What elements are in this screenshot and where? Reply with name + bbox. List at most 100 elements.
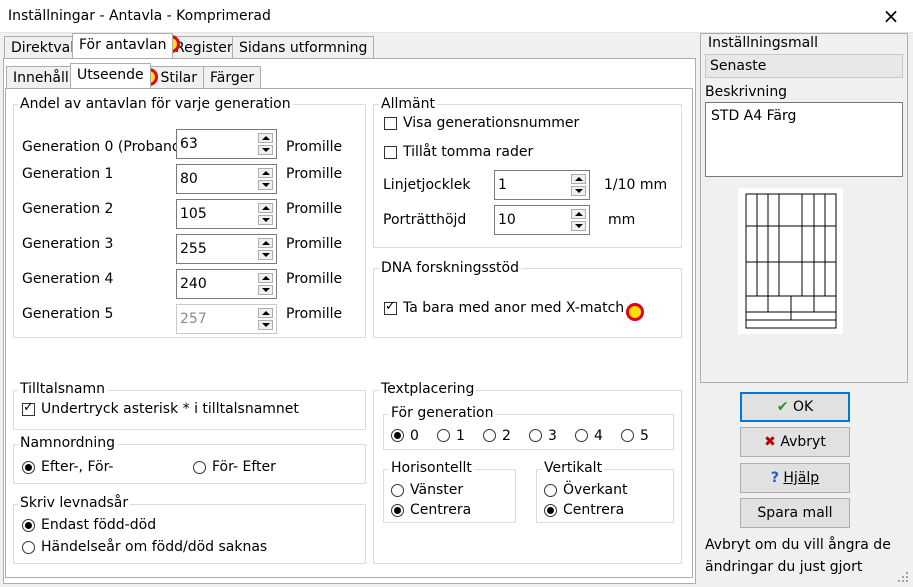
general-group-title: Allmänt (379, 96, 437, 112)
tab-sidans-utformning[interactable]: Sidans utformning (232, 36, 375, 58)
template-value: Senaste (710, 58, 767, 74)
vertical-center-radio[interactable] (544, 504, 557, 517)
tab-innehall[interactable]: Innehåll (6, 66, 76, 88)
promille-label: Promille (286, 271, 343, 287)
life-years-opt2-label: Händelseår om född/död saknas (41, 539, 268, 555)
vertical-top-radio[interactable] (544, 484, 557, 497)
name-order-for-efter-radio[interactable] (193, 461, 206, 474)
ok-button[interactable]: ✔ OK (740, 392, 850, 422)
generation-label: Generation 1 (22, 166, 114, 182)
name-order-opt1-label: Efter-, För- (41, 459, 114, 475)
spin-up-icon[interactable] (258, 133, 273, 143)
show-gen-numbers-checkbox[interactable] (384, 117, 397, 130)
text-placement-title: Textplacering (379, 381, 477, 397)
vertical-center-label: Centrera (563, 502, 625, 518)
horizontal-center-label: Centrera (410, 502, 472, 518)
show-gen-numbers-label: Visa generationsnummer (403, 115, 580, 131)
name-order-group-title: Namnordning (18, 435, 118, 451)
gen-radio-label: 0 (410, 428, 419, 444)
description-label: Beskrivning (705, 84, 788, 100)
tab-utseende[interactable]: Utseende (70, 63, 151, 88)
portrait-height-label: Porträtthöjd (383, 212, 467, 228)
horizontal-title: Horisontellt (389, 460, 474, 476)
name-order-efter-for-radio[interactable] (22, 461, 35, 474)
spin-up-icon[interactable] (571, 174, 586, 184)
generation-label: Generation 5 (22, 306, 114, 322)
resize-grip-icon[interactable] (896, 570, 910, 584)
line-thickness-spinner[interactable]: 1 (494, 170, 590, 200)
horizontal-left-label: Vänster (410, 482, 464, 498)
name-order-opt2-label: För- Efter (212, 459, 276, 475)
generation-2-spinner[interactable]: 105 (176, 199, 277, 229)
check-icon: ✔ (776, 399, 789, 415)
tab-direktval[interactable]: Direktval (4, 36, 82, 58)
spin-down-icon[interactable] (258, 250, 273, 260)
promille-label: Promille (286, 236, 343, 252)
generation-0-spinner[interactable]: 63 (176, 129, 277, 159)
gen-radio-4[interactable] (575, 429, 588, 442)
spin-up-icon (258, 308, 273, 318)
spin-down-icon[interactable] (258, 180, 273, 190)
vertical-title: Vertikalt (542, 460, 605, 476)
for-generation-title: För generation (389, 405, 496, 421)
spin-down-icon (258, 320, 273, 330)
tab-farger[interactable]: Färger (203, 66, 262, 88)
save-template-button[interactable]: Spara mall (740, 498, 850, 528)
spin-down-icon[interactable] (571, 221, 586, 231)
life-years-only-radio[interactable] (22, 519, 35, 532)
template-title: Inställningsmall (708, 35, 818, 51)
gen-radio-label: 5 (640, 428, 649, 444)
gen-radio-1[interactable] (437, 429, 450, 442)
gen-radio-label: 4 (594, 428, 603, 444)
generation-group-title: Andel av antavlan för varje generation (18, 96, 293, 112)
life-years-event-radio[interactable] (22, 541, 35, 554)
gen-radio-2[interactable] (483, 429, 496, 442)
allow-empty-rows-label: Tillåt tomma rader (403, 144, 534, 160)
spin-up-icon[interactable] (258, 203, 273, 213)
window-title: Inställningar - Antavla - Komprimerad (8, 8, 271, 24)
generation-label: Generation 2 (22, 201, 114, 217)
xmatch-label: Ta bara med anor med X-match (403, 300, 625, 316)
generation-label: Generation 4 (22, 271, 114, 287)
life-years-group (13, 504, 366, 564)
suppress-asterisk-checkbox[interactable] (22, 400, 35, 416)
spin-down-icon[interactable] (258, 285, 273, 295)
generation-4-spinner[interactable]: 240 (176, 269, 277, 299)
horizontal-center-radio[interactable] (391, 504, 404, 517)
close-icon[interactable]: × (880, 4, 902, 28)
life-years-opt1-label: Endast född-död (41, 517, 157, 533)
promille-label: Promille (286, 201, 343, 217)
description-value: STD A4 Färg (711, 108, 797, 124)
line-thickness-unit: 1/10 mm (604, 177, 668, 193)
vertical-top-label: Överkant (563, 482, 628, 498)
spin-up-icon[interactable] (571, 209, 586, 219)
xmatch-checkbox[interactable] (384, 299, 397, 315)
gen-radio-label: 2 (502, 428, 511, 444)
tab-for-antavlan[interactable]: För antavlan (72, 33, 174, 58)
promille-label: Promille (286, 166, 343, 182)
cancel-button[interactable]: ✖ Avbryt (740, 427, 850, 457)
promille-label: Promille (286, 306, 343, 322)
layout-preview (738, 188, 843, 334)
gen-radio-0[interactable] (391, 429, 404, 442)
spin-down-icon[interactable] (258, 215, 273, 225)
generation-label: Generation 0 (Proband) (22, 139, 187, 155)
spin-up-icon[interactable] (258, 273, 273, 283)
spin-up-icon[interactable] (258, 238, 273, 248)
horizontal-left-radio[interactable] (391, 484, 404, 497)
allow-empty-rows-checkbox[interactable] (384, 146, 397, 159)
gen-radio-3[interactable] (529, 429, 542, 442)
spin-up-icon[interactable] (258, 168, 273, 178)
generation-label: Generation 3 (22, 236, 114, 252)
generation-1-spinner[interactable]: 80 (176, 164, 277, 194)
help-button[interactable]: ? Hjälp (740, 463, 850, 493)
gen-radio-5[interactable] (621, 429, 634, 442)
portrait-height-spinner[interactable]: 10 (494, 205, 590, 235)
generation-3-spinner[interactable]: 255 (176, 234, 277, 264)
spin-down-icon[interactable] (258, 145, 273, 155)
hint-text: Avbryt om du vill ångra de ändringar du … (705, 537, 891, 575)
gen-radio-label: 1 (456, 428, 465, 444)
spin-down-icon[interactable] (571, 186, 586, 196)
line-thickness-label: Linjetjocklek (383, 177, 471, 193)
dna-group-title: DNA forskningsstöd (379, 260, 521, 276)
